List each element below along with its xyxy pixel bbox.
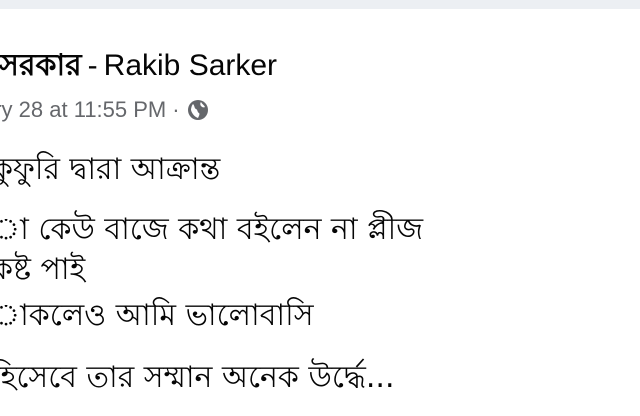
author-separator: - (87, 49, 98, 82)
post-line: কুফুরি দ্বারা আক্রান্ত (0, 152, 221, 187)
top-divider-strip (0, 0, 640, 9)
post-card: ব সরকার-Rakib Sarker ary 28 at 11:55 PM … (0, 9, 640, 416)
author-name-bengali[interactable]: ব সরকার (0, 48, 82, 83)
post-line: হিসেবে তার সম্মান অনেক উর্দ্ধে... (0, 360, 395, 395)
meta-separator: · (172, 97, 180, 122)
author-name-english[interactable]: Rakib Sarker (104, 49, 277, 82)
post-line: াকলেও আমি ভালোবাসি (0, 298, 314, 333)
globe-icon[interactable] (186, 98, 210, 122)
post-line: কষ্ট পাই (0, 252, 86, 287)
post-timestamp[interactable]: ary 28 at 11:55 PM (0, 95, 166, 125)
post-meta: ary 28 at 11:55 PM · (0, 95, 210, 125)
post-author-header: ব সরকার-Rakib Sarker (0, 47, 277, 85)
